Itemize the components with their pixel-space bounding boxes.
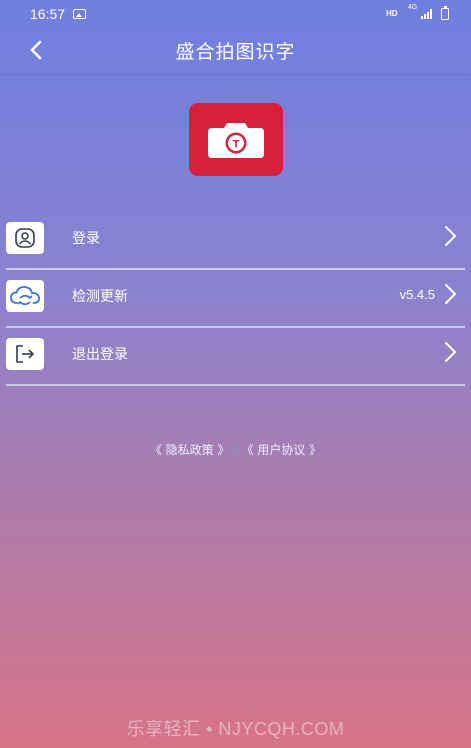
version-text: v5.4.5 [399,287,435,302]
camera-icon: T [208,122,264,158]
login-icon-box [6,222,44,254]
privacy-policy-link[interactable]: 《 隐私政策 》 [150,443,230,457]
agreement-separator: 与 [229,443,242,457]
status-time: 16:57 [30,6,66,22]
hd-indicator: HD [386,9,398,18]
user-agreement-link[interactable]: 《 用户协议 》 [242,443,322,457]
network-indicator: 4G [408,4,418,11]
app-logo: T [189,103,283,176]
menu-item-login[interactable]: 登录 [0,212,471,268]
chevron-right-icon [445,226,456,246]
logo-letter: T [233,138,240,150]
update-icon-box [6,280,44,312]
top-bar: 盛合拍图识字 [0,28,471,73]
menu-item-logout[interactable]: 退出登录 [0,328,471,384]
battery-icon [441,6,449,20]
agreement-links: 《 隐私政策 》与《 用户协议 》 [0,441,471,458]
user-icon [15,228,35,248]
menu-item-label: 退出登录 [72,347,128,363]
image-notification-icon [73,9,86,19]
cloud-sync-icon [10,286,40,306]
menu-list: 登录 检测更新 v5.4.5 退出登录 [0,212,471,386]
logout-icon [16,345,35,363]
page-title: 盛合拍图识字 [175,41,296,63]
menu-item-label: 检测更新 [72,289,128,305]
status-bar: 16:57 HD 4G [0,0,471,28]
divider [6,384,465,386]
watermark: 乐享轻汇 • NJYCQH.COM [126,719,345,739]
chevron-right-icon [445,284,456,304]
signal-icon [421,9,432,19]
menu-item-label: 登录 [72,231,100,247]
menu-item-check-update[interactable]: 检测更新 v5.4.5 [0,270,471,326]
chevron-right-icon [445,342,456,362]
logout-icon-box [6,338,44,370]
